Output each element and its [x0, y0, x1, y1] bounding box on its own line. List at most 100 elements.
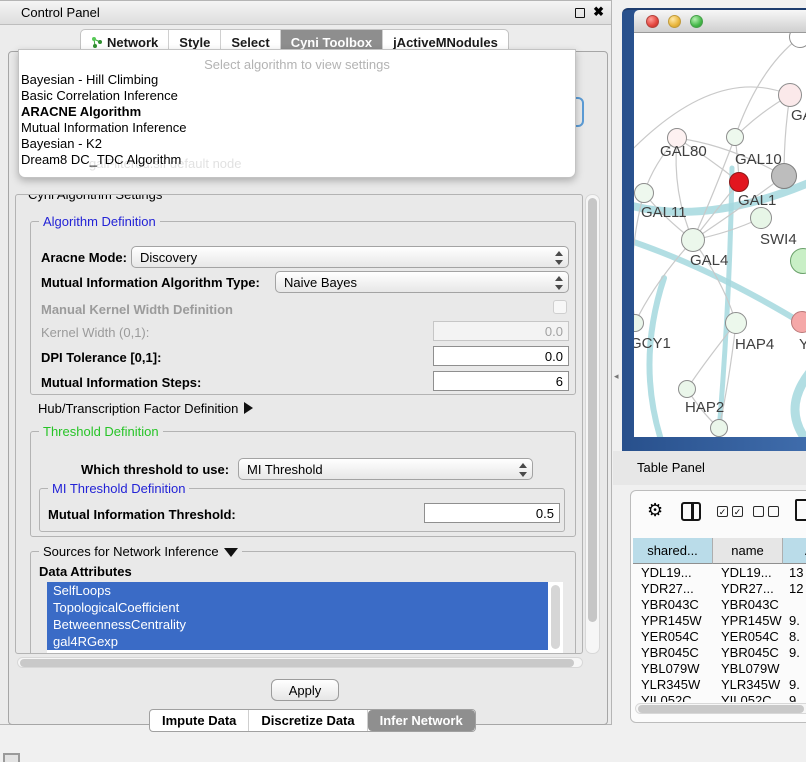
- dropdown-item[interactable]: Mutual Information Inference: [19, 120, 575, 136]
- stepper-arrows-icon: [554, 276, 562, 290]
- node-label: GAL80: [660, 143, 707, 160]
- dropdown-item[interactable]: Bayesian - Hill Climbing: [19, 72, 575, 88]
- checked-checkbox-icon[interactable]: ✓: [717, 506, 728, 517]
- mi-threshold-label: Mutual Information Threshold:: [48, 507, 236, 522]
- node-label: SWI4: [760, 231, 797, 248]
- list-item[interactable]: gal4RGexp: [47, 633, 548, 650]
- mi-type-select[interactable]: Naive Bayes: [275, 271, 569, 293]
- settings-horizontal-scrollbar[interactable]: [17, 657, 583, 668]
- mi-threshold-title: MI Threshold Definition: [48, 481, 189, 496]
- control-panel-window: Control Panel ✖ Network Style Select Cyn…: [0, 0, 612, 725]
- data-attributes-label: Data Attributes: [39, 564, 132, 579]
- dpi-tolerance-label: DPI Tolerance [0,1]:: [41, 350, 161, 365]
- list-item[interactable]: SelfLoops: [47, 582, 548, 599]
- list-scrollbar[interactable]: [551, 585, 560, 649]
- minimize-traffic-light[interactable]: [668, 15, 681, 28]
- dropdown-item[interactable]: Bayesian - K2: [19, 136, 575, 152]
- network-node-swi4[interactable]: [750, 207, 772, 229]
- algorithm-definition-group: Algorithm Definition Aracne Mode: Discov…: [30, 221, 576, 395]
- table-row[interactable]: YBL079WYBL079W: [633, 661, 806, 677]
- table-row[interactable]: YIL052CYIL052C9: [633, 693, 806, 702]
- data-attributes-list: SelfLoops TopologicalCoefficient Between…: [47, 582, 563, 654]
- aracne-mode-select[interactable]: Discovery: [131, 246, 569, 268]
- network-canvas[interactable]: GAL80 GAL10 GAL1 GAL11 SWI4 GAL4 GCY1 HA…: [634, 33, 806, 437]
- document-icon[interactable]: [795, 499, 806, 521]
- table-horizontal-scrollbar[interactable]: [635, 703, 806, 714]
- network-node-hap2[interactable]: [678, 380, 696, 398]
- zoom-traffic-light[interactable]: [690, 15, 703, 28]
- node-label: HAP4: [735, 336, 774, 353]
- column-header-partial[interactable]: A: [783, 538, 806, 564]
- mi-steps-label: Mutual Information Steps:: [41, 375, 201, 390]
- float-window-icon[interactable]: [575, 8, 585, 18]
- hub-definition-label: Hub/Transcription Factor Definition: [38, 401, 238, 416]
- list-item[interactable]: BetweennessCentrality: [47, 616, 548, 633]
- dpi-tolerance-input[interactable]: [433, 346, 569, 366]
- cyni-algorithm-settings-group: Cyni Algorithm Settings Algorithm Defini…: [15, 194, 583, 654]
- panel-splitter-handle[interactable]: ◂: [614, 371, 619, 382]
- close-traffic-light[interactable]: [646, 15, 659, 28]
- table-row[interactable]: YDL19...YDL19...13: [633, 565, 806, 581]
- node-label: GAL: [791, 107, 806, 124]
- control-panel-title: Control Panel: [21, 5, 100, 20]
- mi-threshold-group: MI Threshold Definition Mutual Informati…: [39, 488, 565, 532]
- tab-impute-data[interactable]: Impute Data: [150, 710, 249, 731]
- settings-vertical-scrollbar[interactable]: [585, 194, 600, 654]
- split-columns-icon[interactable]: [681, 502, 701, 521]
- list-item[interactable]: TopologicalCoefficient: [47, 599, 548, 616]
- mi-steps-input[interactable]: [433, 371, 569, 391]
- tab-discretize-data[interactable]: Discretize Data: [249, 710, 367, 731]
- table-row[interactable]: YER054CYER054C8.: [633, 629, 806, 645]
- table-row[interactable]: YDR27...YDR27...12: [633, 581, 806, 597]
- mi-threshold-input[interactable]: [424, 503, 560, 523]
- unchecked-checkbox-icon[interactable]: [768, 506, 779, 517]
- dropdown-item-selected[interactable]: ARACNE Algorithm: [19, 104, 575, 120]
- sources-title[interactable]: Sources for Network Inference: [39, 544, 242, 559]
- network-node[interactable]: [791, 311, 806, 333]
- stepper-arrows-icon: [554, 251, 562, 265]
- which-threshold-select[interactable]: MI Threshold: [238, 458, 533, 480]
- dropdown-item[interactable]: Basic Correlation Inference: [19, 88, 575, 104]
- table-panel-card: ⚙ ✓ ✓ shared... name A YDL19...YDL19...1…: [630, 490, 806, 723]
- table-row[interactable]: YBR043CYBR043C: [633, 597, 806, 613]
- apply-button[interactable]: Apply: [271, 679, 339, 701]
- dropdown-placeholder: Select algorithm to view settings: [19, 50, 575, 72]
- mi-type-label: Mutual Information Algorithm Type:: [41, 275, 260, 290]
- network-node-hap4[interactable]: [725, 312, 747, 334]
- hub-definition-expander[interactable]: Hub/Transcription Factor Definition: [38, 401, 253, 416]
- minimized-panel-icon[interactable]: [3, 753, 20, 762]
- table-header-row: shared... name A: [633, 538, 806, 564]
- checked-checkbox-icon[interactable]: ✓: [732, 506, 743, 517]
- network-node[interactable]: [710, 419, 728, 437]
- table-row[interactable]: YPR145WYPR145W9.: [633, 613, 806, 629]
- column-header-shared-name[interactable]: shared...: [633, 538, 713, 564]
- network-node[interactable]: [726, 128, 744, 146]
- table-row[interactable]: YLR345WYLR345W9.: [633, 677, 806, 693]
- algorithm-definition-title: Algorithm Definition: [39, 214, 160, 229]
- which-threshold-value: MI Threshold: [247, 462, 323, 477]
- network-icon: [91, 36, 103, 49]
- screen: Control Panel ✖ Network Style Select Cyn…: [0, 0, 806, 762]
- mi-type-value: Naive Bayes: [284, 275, 357, 290]
- close-icon[interactable]: ✖: [593, 4, 604, 20]
- column-header-name[interactable]: name: [713, 538, 783, 564]
- network-node-gal4[interactable]: [681, 228, 705, 252]
- node-label: Y: [799, 336, 806, 353]
- table-toolbar: ⚙ ✓ ✓: [631, 491, 806, 535]
- network-node[interactable]: [778, 83, 802, 107]
- kernel-width-input[interactable]: [433, 321, 569, 341]
- node-label: GAL10: [735, 151, 782, 168]
- table-row[interactable]: YBR045CYBR045C9.: [633, 645, 806, 661]
- aracne-mode-label: Aracne Mode:: [41, 250, 127, 265]
- node-label: HAP2: [685, 399, 724, 416]
- unchecked-checkbox-icon[interactable]: [753, 506, 764, 517]
- network-node-gal11[interactable]: [634, 183, 654, 203]
- gear-icon[interactable]: ⚙: [647, 500, 663, 521]
- network-node-gal1[interactable]: [729, 172, 749, 192]
- threshold-definition-group: Threshold Definition Which threshold to …: [30, 431, 576, 537]
- manual-kernel-checkbox[interactable]: [553, 300, 567, 314]
- threshold-definition-title: Threshold Definition: [39, 424, 163, 439]
- network-view-titlebar[interactable]: [634, 10, 806, 33]
- manual-kernel-label: Manual Kernel Width Definition: [41, 302, 233, 317]
- tab-infer-network[interactable]: Infer Network: [368, 710, 475, 731]
